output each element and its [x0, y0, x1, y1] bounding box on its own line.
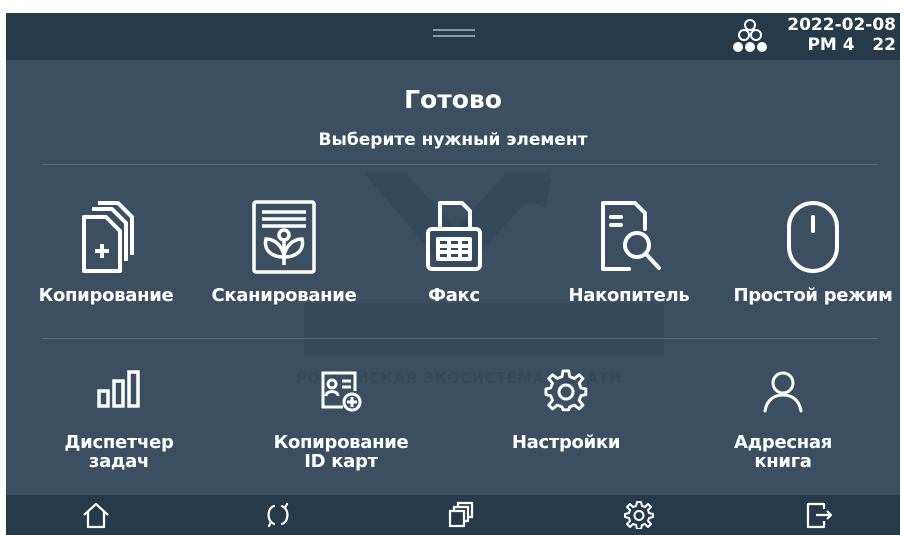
tile-job-manager[interactable]: Диспетчер задач: [64, 369, 174, 471]
person-icon: [763, 371, 803, 413]
mouse-icon: [787, 201, 839, 273]
date-text: 2022-02-08: [787, 15, 896, 35]
home-icon[interactable]: [80, 501, 112, 529]
logout-icon[interactable]: [802, 501, 834, 529]
tile-scan-label: Сканирование: [211, 285, 357, 306]
tile-address-book-label: Адресная книга: [718, 433, 848, 471]
gear-icon: [544, 369, 588, 412]
tile-id-card-copy-label: Копирование ID карт: [266, 433, 416, 471]
fax-icon: [426, 201, 482, 271]
bar-chart-icon: [97, 370, 140, 408]
id-card-copy-icon: [321, 371, 362, 412]
tile-settings-label-line1: Настройки: [511, 432, 621, 453]
bottom-nav-bar: [6, 495, 900, 535]
divider-top: [42, 164, 878, 165]
divider-middle: [42, 338, 878, 339]
tile-scan[interactable]: Сканирование: [209, 199, 359, 306]
tile-id-card-copy-label-line2: ID карт: [304, 451, 378, 472]
status-title: Готово: [404, 85, 502, 114]
toner-status-icon[interactable]: [728, 18, 772, 56]
time-text: PM 4 22: [807, 35, 896, 55]
scan-icon: [252, 200, 316, 274]
date-time: 2022-02-08 PM 4 22: [787, 15, 896, 55]
tile-copy[interactable]: Копирование: [36, 199, 176, 306]
settings-icon[interactable]: [623, 501, 655, 529]
windows-icon[interactable]: [444, 501, 476, 529]
tile-fax[interactable]: Факс: [406, 199, 502, 306]
tile-settings[interactable]: Настройки: [506, 369, 626, 452]
tile-fax-label: Факс: [428, 285, 480, 306]
tile-address-book[interactable]: Адресная книга: [718, 369, 848, 471]
tile-simple-mode-label: Простой режим: [733, 285, 893, 306]
tile-address-book-label-line1: Адресная: [734, 432, 832, 453]
tile-id-card-copy-label-line1: Копирование: [273, 432, 409, 453]
tile-simple-mode[interactable]: Простой режим: [728, 199, 898, 306]
top-bar: 2022-02-08 PM 4 22: [6, 13, 900, 60]
refresh-icon[interactable]: [262, 501, 294, 529]
tile-job-manager-label-line2: задач: [88, 451, 150, 472]
tile-job-manager-label-line1: Диспетчер: [64, 432, 174, 453]
tile-storage[interactable]: Накопитель: [564, 199, 694, 306]
tile-settings-label: Настройки: [506, 433, 626, 452]
tile-job-manager-label: Диспетчер задач: [64, 433, 174, 471]
pull-down-handle[interactable]: [433, 27, 475, 39]
tile-address-book-label-line2: книга: [754, 451, 812, 472]
copy-icon: [82, 201, 134, 273]
storage-search-icon: [601, 201, 661, 271]
prompt-text: Выберите нужный элемент: [318, 130, 588, 150]
device-screen: РОССИЙСКАЯ ЭКОСИСТЕМА ПЕЧАТИ 2022-02-08 …: [6, 13, 900, 535]
tile-copy-label: Копирование: [38, 285, 174, 306]
tile-storage-label: Накопитель: [568, 285, 690, 306]
tile-id-card-copy[interactable]: Копирование ID карт: [266, 369, 416, 471]
